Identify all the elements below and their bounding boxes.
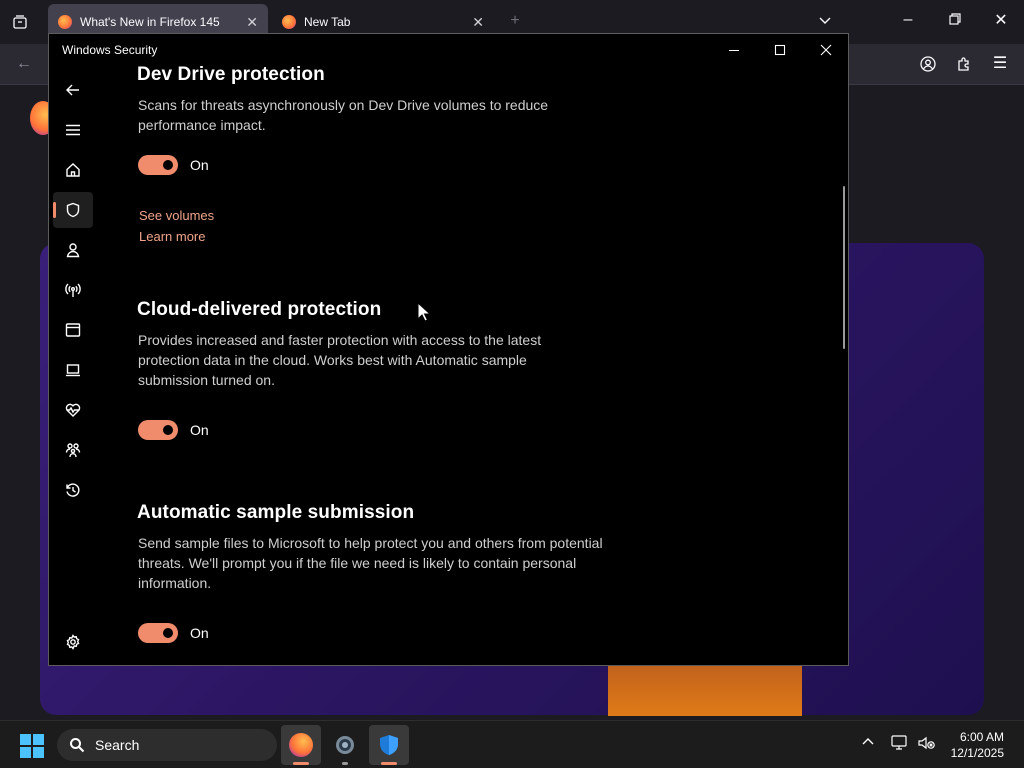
active-indicator [293, 762, 309, 765]
tab-title: New Tab [304, 15, 351, 29]
start-button[interactable] [20, 734, 44, 758]
windows-logo-pane [33, 747, 44, 758]
nav-firewall-network[interactable] [53, 272, 93, 308]
windows-security-shield-icon [380, 735, 398, 755]
taskbar-windows-security[interactable] [369, 725, 409, 765]
taskbar-settings[interactable] [325, 725, 365, 765]
new-tab-plus-icon[interactable]: + [505, 13, 525, 29]
windows-security-window: Windows Security Dev Drive protection Sc… [48, 33, 849, 666]
back-button[interactable] [53, 72, 93, 108]
toggle-knob [163, 628, 173, 638]
see-volumes-link[interactable]: See volumes [139, 208, 214, 223]
nav-protection-history[interactable] [53, 472, 93, 508]
cloud-delivered-protection-toggle-label: On [190, 422, 209, 438]
firefox-icon [289, 733, 313, 757]
dev-drive-protection-toggle[interactable] [138, 155, 178, 175]
learn-more-link[interactable]: Learn more [139, 229, 205, 244]
show-hidden-icons-chevron-icon[interactable] [861, 735, 875, 754]
toggle-knob [163, 425, 173, 435]
cloud-delivered-protection-toggle[interactable] [138, 420, 178, 440]
shield-icon [66, 202, 80, 218]
tab-title: What's New in Firefox 145 [80, 15, 220, 29]
back-arrow-icon [66, 84, 79, 96]
taskbar-search-box[interactable]: Search [57, 729, 277, 761]
minimize-icon[interactable]: – [898, 12, 918, 28]
active-indicator [381, 762, 397, 765]
nav-app-browser-control[interactable] [53, 312, 93, 348]
settings-gear-icon [336, 736, 354, 754]
cloud-delivered-protection-description: Provides increased and faster protection… [138, 332, 542, 388]
firefox-favicon-icon [282, 15, 296, 29]
nav-home[interactable] [53, 152, 93, 188]
close-icon[interactable]: ✕ [991, 13, 1011, 29]
automatic-sample-submission-toggle[interactable] [138, 623, 178, 643]
clock-time: 6:00 AM [959, 730, 1004, 744]
tab-list-chevron-icon[interactable] [815, 13, 835, 31]
extensions-icon[interactable] [954, 56, 974, 76]
cloud-delivered-protection-title: Cloud-delivered protection [137, 299, 382, 320]
tab-overview-icon[interactable] [10, 14, 30, 34]
history-icon [66, 483, 80, 497]
dev-drive-protection-toggle-label: On [190, 157, 209, 173]
firefox-favicon-icon [58, 15, 72, 29]
automatic-sample-submission-description: Send sample files to Microsoft to help p… [138, 535, 603, 591]
mouse-cursor-icon [417, 302, 431, 322]
windows-logo-icon [20, 734, 31, 745]
dev-drive-protection-description: Scans for threats asynchronously on Dev … [138, 97, 549, 133]
app-menu-icon[interactable]: ☰ [990, 56, 1010, 72]
laptop-icon [66, 364, 80, 377]
dev-drive-protection-title: Dev Drive protection [137, 64, 325, 85]
nav-family-options[interactable] [53, 432, 93, 468]
network-icon [65, 283, 81, 297]
selection-indicator [53, 202, 56, 218]
search-label: Search [95, 737, 140, 753]
taskbar: Search 6:00 AM 12/1/2025 [0, 720, 1024, 768]
nav-device-security[interactable] [53, 352, 93, 388]
family-icon [65, 443, 81, 458]
nav-account-protection[interactable] [53, 232, 93, 268]
search-icon [70, 738, 85, 753]
settings-icon [66, 634, 80, 650]
tab-close-icon[interactable]: ✕ [472, 14, 484, 31]
running-indicator [342, 762, 348, 765]
windows-logo-pane [33, 734, 44, 745]
taskbar-clock[interactable]: 6:00 AM 12/1/2025 [951, 729, 1004, 761]
account-icon[interactable] [918, 56, 938, 76]
menu-icon [66, 124, 80, 136]
windows-logo-pane [20, 747, 31, 758]
back-icon[interactable]: ← [14, 56, 34, 72]
navigation-rail [49, 72, 97, 665]
network-display-icon[interactable] [891, 735, 909, 756]
clock-date: 12/1/2025 [950, 746, 1004, 760]
tab-close-icon[interactable]: ✕ [246, 14, 258, 31]
menu-button[interactable] [53, 112, 93, 148]
heart-pulse-icon [65, 403, 81, 417]
scrollbar-thumb[interactable] [843, 186, 845, 349]
nav-device-performance[interactable] [53, 392, 93, 428]
settings-content: Dev Drive protection Scans for threats a… [137, 34, 817, 665]
automatic-sample-submission-title: Automatic sample submission [137, 502, 415, 523]
volume-muted-icon[interactable] [918, 735, 936, 756]
taskbar-firefox[interactable] [281, 725, 321, 765]
app-browser-icon [65, 323, 81, 337]
nav-settings[interactable] [53, 624, 93, 660]
toggle-knob [163, 160, 173, 170]
home-icon [66, 163, 80, 177]
restore-icon[interactable] [945, 13, 965, 29]
person-icon [66, 243, 80, 258]
nav-virus-threat-protection[interactable] [53, 192, 93, 228]
automatic-sample-submission-toggle-label: On [190, 625, 209, 641]
